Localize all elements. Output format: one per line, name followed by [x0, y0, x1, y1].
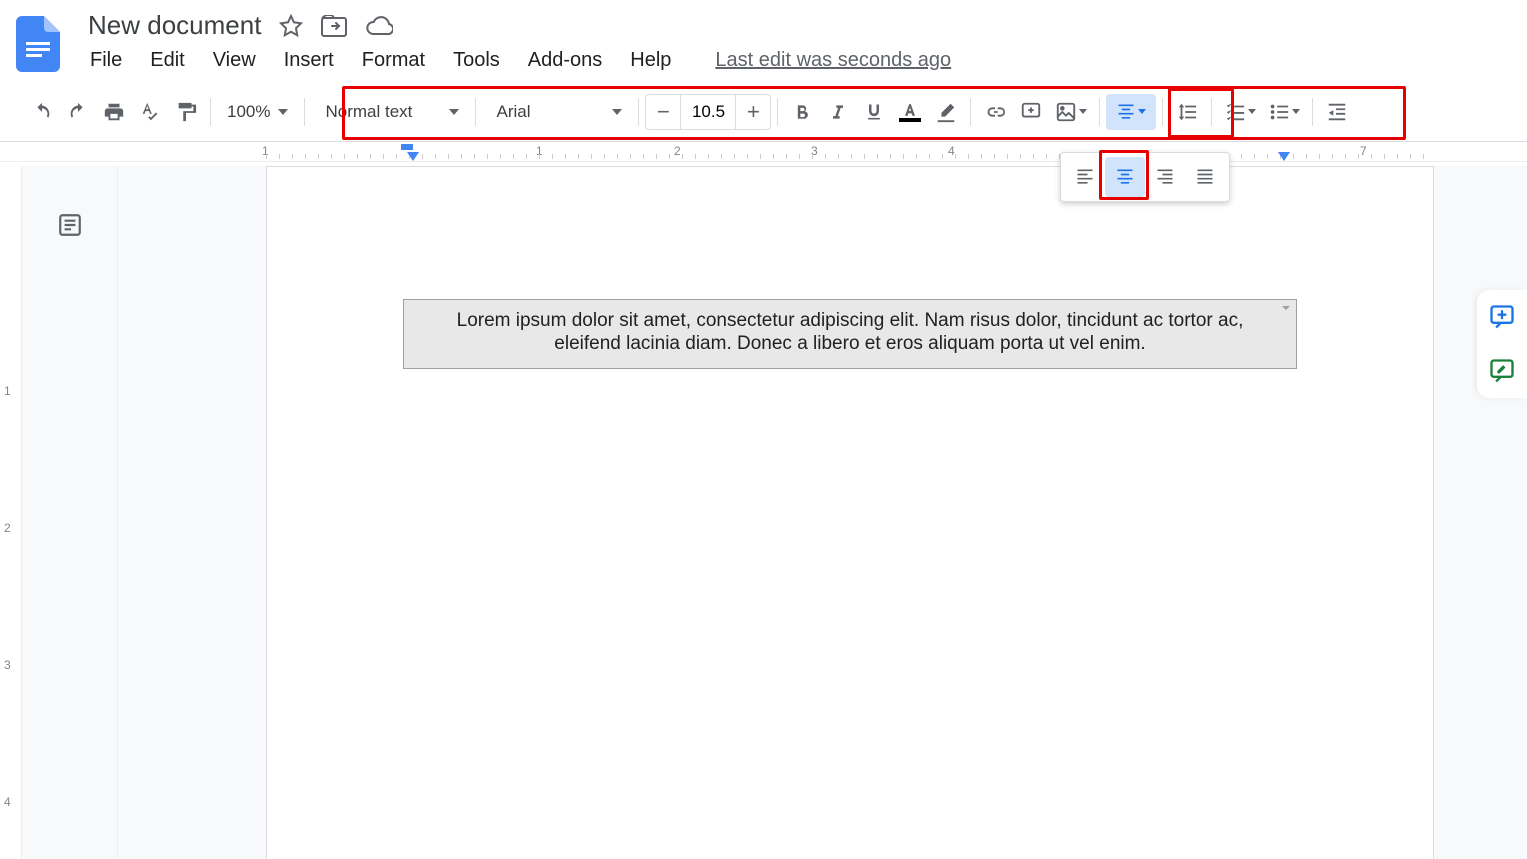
paragraph-text: Lorem ipsum dolor sit amet, consectetur … [457, 310, 1244, 354]
insert-link-button[interactable] [977, 94, 1013, 130]
document-outline-button[interactable] [51, 206, 89, 244]
caret-down-icon [1292, 109, 1300, 114]
page[interactable]: Lorem ipsum dolor sit amet, consectetur … [266, 166, 1434, 859]
align-justify-button[interactable] [1185, 157, 1225, 197]
textbox-options-icon[interactable] [1280, 302, 1294, 316]
ruler-number: 7 [1360, 144, 1367, 158]
caret-down-icon [278, 109, 288, 115]
italic-button[interactable] [820, 94, 856, 130]
align-dropdown-button[interactable] [1106, 94, 1156, 130]
vruler-number: 3 [4, 658, 11, 672]
document-stage: 1 2 3 4 Lorem ipsum dolor sit amet, cons… [0, 166, 1527, 859]
document-canvas[interactable]: Lorem ipsum dolor sit amet, consectetur … [118, 166, 1527, 859]
print-button[interactable] [96, 94, 132, 130]
paragraph-style-value: Normal text [325, 102, 412, 122]
zoom-value: 100% [227, 102, 270, 122]
selected-text-block[interactable]: Lorem ipsum dolor sit amet, consectetur … [403, 299, 1297, 369]
cloud-status-icon[interactable] [365, 16, 393, 36]
menu-format[interactable]: Format [360, 47, 427, 74]
align-left-button[interactable] [1065, 157, 1105, 197]
menu-edit[interactable]: Edit [148, 47, 186, 74]
font-family-value: Arial [496, 102, 530, 122]
document-title[interactable]: New document [88, 10, 261, 41]
font-size-increase-button[interactable]: + [736, 95, 770, 129]
toolbar: 100% Normal text Arial − + [0, 84, 1527, 142]
vruler-number: 4 [4, 795, 11, 809]
bulleted-list-button[interactable] [1262, 94, 1306, 130]
caret-down-icon [612, 109, 622, 115]
header: New document File Edit View Insert Forma… [0, 0, 1527, 84]
horizontal-ruler[interactable]: 1 1 2 3 4 7 [0, 142, 1527, 162]
text-color-button[interactable] [892, 94, 928, 130]
outline-gutter [22, 166, 118, 859]
star-icon[interactable] [279, 14, 303, 38]
font-size-control: − + [645, 94, 771, 130]
decrease-indent-button[interactable] [1319, 94, 1355, 130]
align-center-button[interactable] [1105, 157, 1145, 197]
menu-tools[interactable]: Tools [451, 47, 502, 74]
last-edit-link[interactable]: Last edit was seconds ago [715, 49, 951, 72]
redo-button[interactable] [60, 94, 96, 130]
insert-image-button[interactable] [1049, 94, 1093, 130]
vruler-number: 2 [4, 521, 11, 535]
undo-button[interactable] [24, 94, 60, 130]
docs-logo-icon[interactable] [16, 14, 60, 74]
left-indent-marker[interactable] [407, 152, 419, 161]
side-panel-float [1477, 290, 1527, 398]
menu-file[interactable]: File [88, 47, 124, 74]
highlight-color-button[interactable] [928, 94, 964, 130]
line-spacing-button[interactable] [1169, 94, 1205, 130]
font-size-input[interactable] [680, 95, 736, 129]
align-popup [1060, 152, 1230, 202]
vertical-ruler[interactable]: 1 2 3 4 [0, 166, 22, 859]
vruler-number: 1 [4, 384, 11, 398]
right-indent-marker[interactable] [1278, 152, 1290, 161]
suggest-edits-side-button[interactable] [1485, 354, 1519, 388]
menu-view[interactable]: View [211, 47, 258, 74]
font-size-decrease-button[interactable]: − [646, 95, 680, 129]
caret-down-icon [1079, 109, 1087, 114]
menu-addons[interactable]: Add-ons [526, 47, 605, 74]
paint-format-button[interactable] [168, 94, 204, 130]
caret-down-icon [449, 109, 459, 115]
bold-button[interactable] [784, 94, 820, 130]
spellcheck-button[interactable] [132, 94, 168, 130]
zoom-dropdown[interactable]: 100% [217, 102, 298, 122]
checklist-button[interactable] [1218, 94, 1262, 130]
add-comment-button[interactable] [1013, 94, 1049, 130]
menu-insert[interactable]: Insert [282, 47, 336, 74]
paragraph-style-dropdown[interactable]: Normal text [311, 94, 469, 130]
menu-help[interactable]: Help [628, 47, 673, 74]
ruler-number: 4 [948, 144, 955, 158]
add-comment-side-button[interactable] [1485, 300, 1519, 334]
menu-bar: File Edit View Insert Format Tools Add-o… [88, 47, 951, 74]
move-icon[interactable] [321, 15, 347, 37]
underline-button[interactable] [856, 94, 892, 130]
caret-down-icon [1138, 109, 1146, 114]
align-right-button[interactable] [1145, 157, 1185, 197]
ruler-number: 2 [674, 144, 681, 158]
font-family-dropdown[interactable]: Arial [482, 94, 632, 130]
caret-down-icon [1248, 109, 1256, 114]
